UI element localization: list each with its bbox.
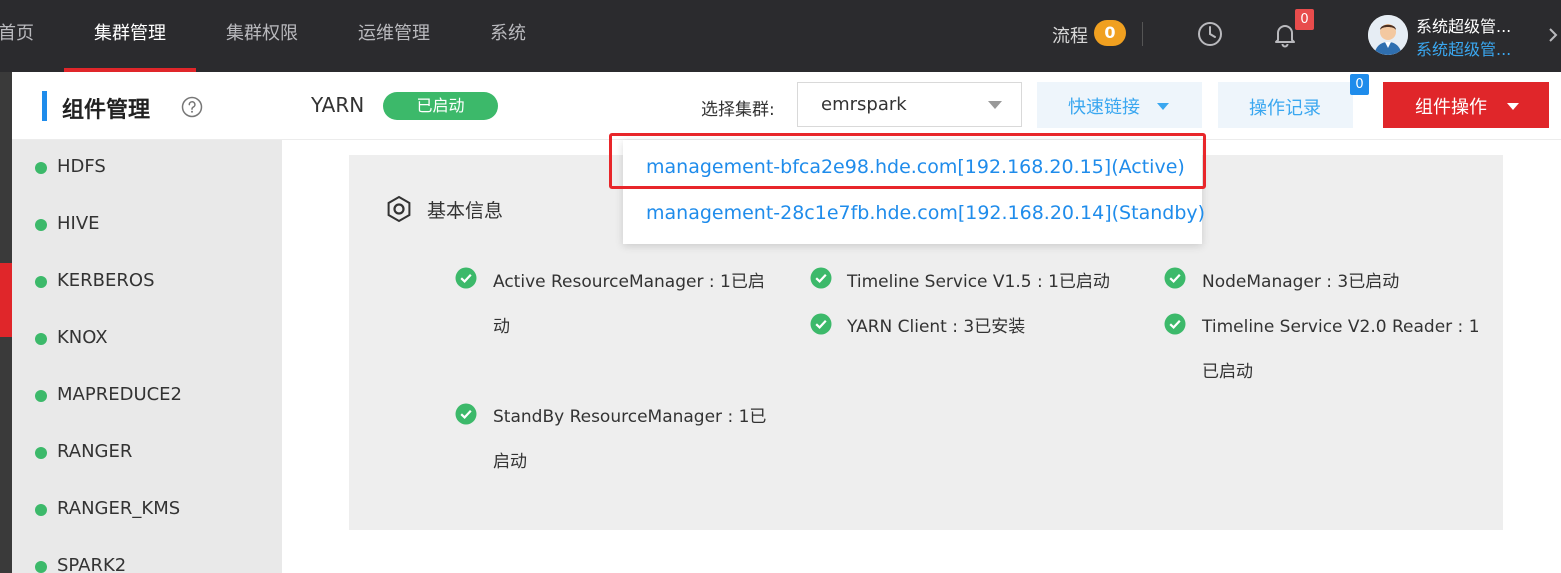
check-circle-icon — [810, 267, 832, 289]
quick-links-button[interactable]: 快速链接 — [1037, 82, 1202, 128]
avatar[interactable] — [1368, 15, 1408, 55]
user-role[interactable]: 系统超级管... — [1416, 36, 1511, 60]
chevron-right-icon[interactable] — [1546, 26, 1560, 44]
component-status-text: Active ResourceManager : 1已启 — [493, 272, 765, 292]
check-circle-icon — [1164, 313, 1186, 335]
component-status-text: 动 — [493, 317, 510, 337]
operation-log-count-badge: 0 — [1350, 74, 1369, 95]
nav-system[interactable]: 系统 — [490, 0, 526, 72]
quick-links-label: 快速链接 — [1068, 97, 1140, 118]
check-circle-icon — [1164, 267, 1186, 289]
nav-cluster-permissions[interactable]: 集群权限 — [226, 0, 298, 72]
history-clock-icon[interactable] — [1196, 20, 1224, 48]
sidebar-item-mapreduce2[interactable]: MAPREDUCE2 — [12, 368, 282, 425]
cluster-select-value: emrspark — [821, 94, 907, 115]
flow-link[interactable]: 流程 — [1052, 22, 1088, 48]
flow-count-badge: 0 — [1094, 20, 1126, 46]
sidebar-item-label: RANGER_KMS — [57, 498, 181, 519]
sidebar-item-label: MAPREDUCE2 — [57, 384, 183, 405]
status-dot — [35, 390, 47, 402]
component-status-text: YARN Client : 3已安装 — [847, 317, 1026, 337]
status-dot — [35, 333, 47, 345]
section-title: 基本信息 — [427, 200, 504, 222]
sidebar-item-label: KNOX — [57, 327, 108, 348]
sidebar-item-label: KERBEROS — [57, 270, 155, 291]
component-status-text: Timeline Service V2.0 Reader : 1 — [1202, 317, 1480, 337]
component-status-text: 启动 — [493, 452, 527, 472]
collapsed-menu-active-marker — [0, 263, 12, 337]
component-status-text: 已启动 — [1202, 362, 1253, 382]
status-dot — [35, 447, 47, 459]
nav-cluster-management[interactable]: 集群管理 — [94, 0, 166, 72]
caret-down-icon — [1157, 103, 1169, 110]
page-title: 组件管理 — [62, 98, 151, 123]
notification-count-badge: 0 — [1295, 9, 1314, 30]
sidebar-item-kerberos[interactable]: KERBEROS — [12, 254, 282, 311]
nav-ops-management[interactable]: 运维管理 — [358, 0, 430, 72]
status-dot — [35, 504, 47, 516]
status-dot — [35, 561, 47, 573]
user-name[interactable]: 系统超级管... — [1416, 13, 1511, 37]
status-dot — [35, 219, 47, 231]
operation-log-button[interactable]: 操作记录 — [1218, 82, 1353, 128]
sidebar-item-hive[interactable]: HIVE — [12, 197, 282, 254]
check-circle-icon — [455, 403, 477, 425]
sidebar-item-label: HDFS — [57, 156, 106, 177]
status-dot — [35, 276, 47, 288]
sidebar-item-spark2[interactable]: SPARK2 — [12, 539, 282, 573]
topbar-divider — [1142, 22, 1143, 46]
component-operations-button[interactable]: 组件操作 — [1383, 82, 1549, 128]
component-operations-label: 组件操作 — [1415, 97, 1487, 118]
sidebar-item-ranger-kms[interactable]: RANGER_KMS — [12, 482, 282, 539]
caret-down-icon — [1507, 103, 1519, 110]
caret-down-icon — [988, 101, 1002, 109]
nav-home[interactable]: 首页 — [0, 0, 34, 72]
sidebar-item-label: RANGER — [57, 441, 133, 462]
cluster-select-label: 选择集群: — [701, 100, 775, 120]
help-icon[interactable] — [181, 96, 203, 118]
operation-log-label: 操作记录 — [1249, 98, 1321, 119]
quick-link-standby[interactable]: management-28c1e7fb.hde.com[192.168.20.1… — [646, 202, 1205, 224]
component-status-text: StandBy ResourceManager : 1已 — [493, 407, 767, 427]
service-name: YARN — [311, 93, 365, 117]
sidebar-item-label: SPARK2 — [57, 555, 127, 573]
sidebar-item-hdfs[interactable]: HDFS — [12, 140, 282, 197]
check-circle-icon — [455, 267, 477, 289]
component-status-text: Timeline Service V1.5 : 1已启动 — [847, 272, 1110, 292]
status-dot — [35, 162, 47, 174]
sidebar-item-knox[interactable]: KNOX — [12, 311, 282, 368]
service-status-badge: 已启动 — [383, 92, 498, 120]
cluster-select[interactable]: emrspark — [797, 82, 1022, 127]
sidebar-item-ranger[interactable]: RANGER — [12, 425, 282, 482]
title-accent-bar — [42, 91, 47, 121]
component-status-text: NodeManager : 3已启动 — [1202, 272, 1400, 292]
section-settings-icon — [387, 195, 411, 223]
highlight-box — [609, 133, 1206, 189]
sidebar-item-label: HIVE — [57, 213, 100, 234]
check-circle-icon — [810, 313, 832, 335]
